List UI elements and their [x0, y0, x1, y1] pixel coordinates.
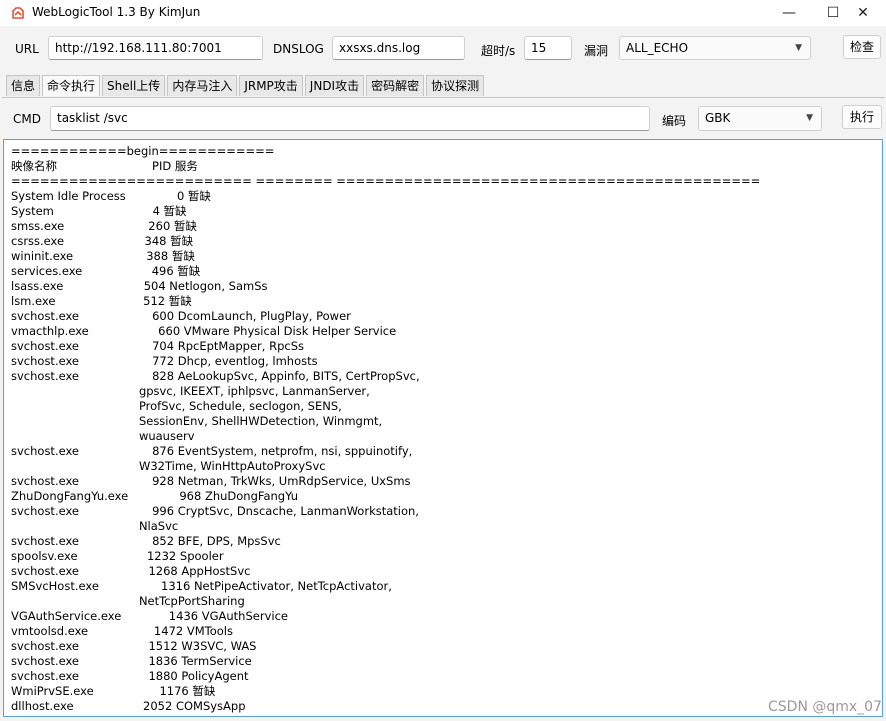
dnslog-label: DNSLOG: [273, 42, 324, 56]
tab-protocol-probe[interactable]: 协议探测: [426, 75, 485, 96]
close-button[interactable]: ✕: [840, 0, 886, 26]
url-input[interactable]: http://192.168.111.80:7001: [48, 36, 263, 60]
tab-jndi-attack[interactable]: JNDI攻击: [304, 75, 365, 96]
timeout-input[interactable]: 15: [524, 36, 572, 60]
timeout-label: 超时/s: [481, 44, 516, 58]
check-button[interactable]: 检查: [843, 35, 881, 59]
title-bar: WebLogicTool 1.3 By KimJun — ☐ ✕: [0, 0, 886, 26]
tab-info[interactable]: 信息: [6, 75, 41, 96]
connection-toolbar: URL http://192.168.111.80:7001 DNSLOG xx…: [0, 28, 886, 70]
tab-command-exec[interactable]: 命令执行: [42, 75, 101, 96]
execute-button[interactable]: 执行: [842, 105, 882, 129]
url-label: URL: [15, 42, 39, 56]
window-title: WebLogicTool 1.3 By KimJun: [32, 5, 201, 19]
vuln-label: 漏洞: [584, 44, 609, 58]
encoding-select[interactable]: GBK ▼: [698, 106, 822, 131]
vuln-select-value: ALL_ECHO: [626, 41, 689, 55]
tab-shell-upload[interactable]: Shell上传: [102, 75, 166, 96]
chevron-down-icon: ▼: [806, 113, 813, 123]
command-output-area[interactable]: ============begin============ 映像名称 PID 服…: [3, 139, 883, 717]
tab-memshell-inject[interactable]: 内存马注入: [167, 75, 238, 96]
dnslog-input[interactable]: xxsxs.dns.log: [332, 36, 465, 60]
watermark: CSDN @qmx_07: [768, 699, 882, 715]
app-logo-icon: [12, 7, 24, 19]
minimize-button[interactable]: —: [766, 0, 812, 26]
cmd-label: CMD: [13, 112, 41, 126]
tab-jrmp-attack[interactable]: JRMP攻击: [239, 75, 303, 96]
tab-password-decrypt[interactable]: 密码解密: [366, 75, 425, 96]
tab-bar: 信息 命令执行 Shell上传 内存马注入 JRMP攻击 JNDI攻击 密码解密…: [6, 75, 486, 97]
chevron-down-icon: ▼: [795, 43, 802, 53]
command-output-text: ============begin============ 映像名称 PID 服…: [11, 144, 761, 713]
cmd-input[interactable]: tasklist /svc: [50, 106, 650, 131]
encoding-select-value: GBK: [705, 111, 731, 125]
encoding-label: 编码: [662, 114, 687, 128]
vuln-select[interactable]: ALL_ECHO ▼: [619, 36, 811, 60]
